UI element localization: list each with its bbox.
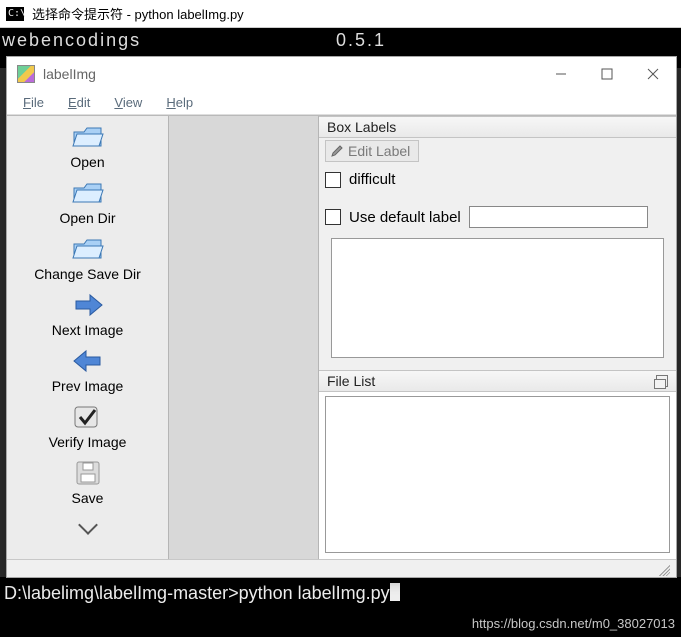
menu-bar: File Edit View Help [7,91,676,115]
arrow-right-icon [71,290,105,320]
status-bar [7,559,676,577]
file-list[interactable] [325,396,670,553]
app-icon [17,65,35,83]
save-icon [71,458,105,488]
minimize-button[interactable] [538,58,584,90]
difficult-checkbox[interactable] [325,172,341,188]
difficult-row: difficult [325,171,670,188]
cmd-cursor [390,583,400,601]
tool-verify-image[interactable]: Verify Image [49,402,127,450]
folder-icon [71,178,105,208]
cmd-window-title: 选择命令提示符 - python labelImg.py [32,4,244,23]
cmd-line-right: 0.5.1 [336,28,386,52]
box-labels-title: Box Labels [327,119,396,135]
default-label-input[interactable] [469,206,648,228]
labels-listbox[interactable] [331,238,664,358]
tool-next-image[interactable]: Next Image [52,290,124,338]
box-labels-panel: Edit Label difficult Use default label [319,138,676,370]
toolbar: Open Open Dir Change Save Dir Next Image… [7,116,169,559]
edit-label-button[interactable]: Edit Label [325,140,419,162]
folder-open-icon [71,122,105,152]
cmd-window-titlebar: C:\ 选择命令提示符 - python labelImg.py [0,0,681,28]
cmd-console-bottom: D:\labelimg\labelImg-master>python label… [0,577,681,637]
close-button[interactable] [630,58,676,90]
default-label-checkbox[interactable] [325,209,341,225]
arrow-left-icon [71,346,105,376]
edit-label-text: Edit Label [348,143,410,159]
right-pane: Box Labels Edit Label difficult Use defa… [319,116,676,559]
popout-icon[interactable] [656,375,668,387]
folder-save-icon [71,234,105,264]
tool-prev-image[interactable]: Prev Image [52,346,124,394]
cmd-icon: C:\ [6,7,24,21]
window-title: labelImg [43,66,538,82]
tool-verify-image-label: Verify Image [49,434,127,450]
file-list-header[interactable]: File List [319,370,676,392]
tool-open-dir-label: Open Dir [59,210,115,226]
menu-file[interactable]: File [11,93,56,112]
menu-edit[interactable]: Edit [56,93,102,112]
cmd-prompt: D:\labelimg\labelImg-master>python label… [4,583,390,603]
box-labels-header[interactable]: Box Labels [319,116,676,138]
checkbox-icon [70,402,104,432]
difficult-label: difficult [349,171,395,188]
tool-next-image-label: Next Image [52,322,124,338]
image-canvas[interactable] [169,116,319,559]
menu-view[interactable]: View [102,93,154,112]
resize-grip-icon[interactable] [656,562,670,576]
file-list-title: File List [327,373,375,389]
window-buttons [538,58,676,90]
pencil-icon [330,144,344,158]
toolbar-more-icon[interactable] [78,515,98,535]
tool-save-label: Save [72,490,104,506]
tool-save[interactable]: Save [71,458,105,506]
tool-open-dir[interactable]: Open Dir [59,178,115,226]
client-area: Open Open Dir Change Save Dir Next Image… [7,115,676,559]
maximize-button[interactable] [584,58,630,90]
tool-open[interactable]: Open [70,122,104,170]
window-titlebar[interactable]: labelImg [7,57,676,91]
default-label-row: Use default label [325,206,670,228]
default-label-text: Use default label [349,209,461,226]
tool-change-save-dir[interactable]: Change Save Dir [34,234,141,282]
tool-open-label: Open [70,154,104,170]
tool-change-save-dir-label: Change Save Dir [34,266,141,282]
menu-help[interactable]: Help [154,93,205,112]
watermark: https://blog.csdn.net/m0_38027013 [472,616,675,631]
cmd-line-left: webencodings [2,30,141,50]
tool-prev-image-label: Prev Image [52,378,124,394]
labelimg-window: labelImg File Edit View Help Open Open D… [6,56,677,578]
